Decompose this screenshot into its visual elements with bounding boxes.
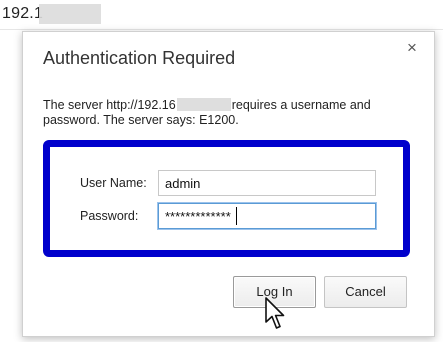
credentials-highlight-frame: User Name: Password: — [43, 140, 410, 257]
address-text: 192.1 — [2, 5, 44, 22]
username-field[interactable] — [158, 170, 376, 196]
mouse-pointer-icon — [265, 297, 285, 329]
screenshot-stage: 192.1 Authentication Required × The serv… — [0, 0, 443, 342]
cancel-button[interactable]: Cancel — [324, 276, 407, 308]
text-caret — [236, 207, 237, 225]
password-field[interactable] — [158, 203, 376, 229]
dialog-message: The server http://192.16 requires a usern… — [43, 98, 423, 128]
password-label: Password: — [80, 209, 139, 223]
message-redaction — [176, 98, 231, 111]
browser-address-bar[interactable]: 192.1 — [0, 0, 443, 30]
close-icon[interactable]: × — [404, 39, 420, 56]
username-label: User Name: — [80, 176, 147, 190]
auth-dialog: Authentication Required × The server htt… — [22, 31, 435, 337]
dialog-title: Authentication Required — [43, 48, 236, 68]
address-redaction — [39, 4, 101, 24]
message-part1: The server http://192.16 — [43, 98, 176, 112]
